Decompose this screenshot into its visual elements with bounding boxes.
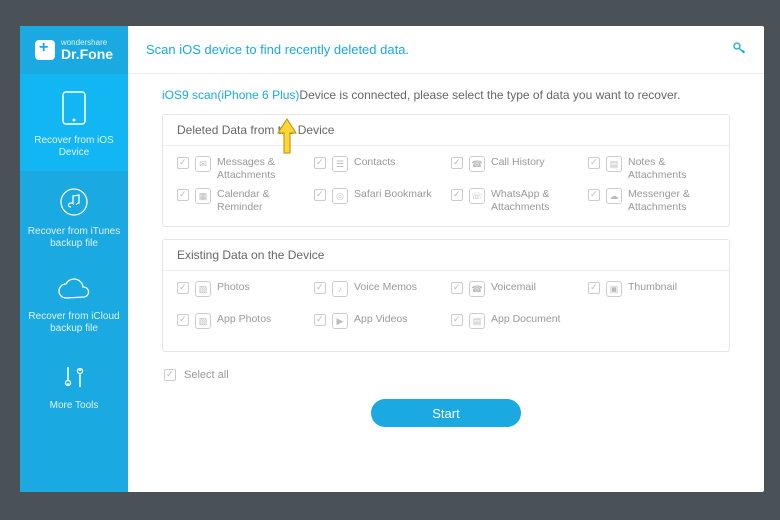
data-type-item[interactable]: ✉Messages & Attachments [177, 156, 304, 184]
sidebar-item-more-tools[interactable]: More Tools [20, 347, 128, 424]
data-type-item[interactable]: ☏WhatsApp & Attachments [451, 188, 578, 216]
existing-panel: Existing Data on the Device ▧Photos ♪Voi… [162, 239, 730, 352]
messenger-icon: ☁ [606, 188, 622, 204]
deleted-grid: ✉Messages & Attachments ☰Contacts ☎Call … [163, 146, 729, 220]
data-type-item[interactable]: ▤App Document [451, 313, 578, 341]
data-type-item[interactable]: ◎Safari Bookmark [314, 188, 441, 216]
scan-tail: Device is connected, please select the t… [299, 88, 680, 102]
brand-name: Dr.Fone [61, 47, 113, 61]
app-photos-icon: ▧ [195, 313, 211, 329]
checkbox-icon[interactable] [588, 189, 600, 201]
checkbox-icon[interactable] [588, 157, 600, 169]
sidebar-item-recover-ios[interactable]: Recover from iOS Device [20, 74, 128, 171]
music-note-icon [59, 187, 89, 217]
checkbox-icon[interactable] [451, 314, 463, 326]
call-history-icon: ☎ [469, 156, 485, 172]
scan-status-line: iOS9 scan(iPhone 6 Plus)Device is connec… [162, 88, 730, 102]
data-type-item[interactable]: ▣Thumbnail [588, 281, 715, 309]
data-type-item[interactable]: ▦Calendar & Reminder [177, 188, 304, 216]
thumbnail-icon: ▣ [606, 281, 622, 297]
header-bar: Scan iOS device to find recently deleted… [128, 26, 764, 74]
voice-memos-icon: ♪ [332, 281, 348, 297]
checkbox-icon[interactable] [177, 189, 189, 201]
whatsapp-icon: ☏ [469, 188, 485, 204]
messages-icon: ✉ [195, 156, 211, 172]
checkbox-icon[interactable] [177, 157, 189, 169]
sidebar-item-label: More Tools [24, 400, 124, 412]
data-type-item[interactable]: ☰Contacts [314, 156, 441, 184]
device-name: iPhone 6 Plus [221, 88, 295, 102]
select-all-row[interactable]: Select all [162, 364, 730, 385]
voicemail-icon: ☎ [469, 281, 485, 297]
checkbox-icon[interactable] [314, 157, 326, 169]
checkbox-icon[interactable] [314, 189, 326, 201]
app-videos-icon: ▶ [332, 313, 348, 329]
plus-icon [35, 40, 55, 60]
key-icon[interactable] [732, 41, 746, 58]
checkbox-icon[interactable] [451, 282, 463, 294]
app-window: wondershare Dr.Fone Recover from iOS Dev… [20, 26, 764, 492]
app-document-icon: ▤ [469, 313, 485, 329]
sidebar-item-label: Recover from iTunes backup file [24, 226, 124, 250]
start-button-label: Start [432, 406, 459, 421]
data-type-item[interactable]: ♪Voice Memos [314, 281, 441, 309]
safari-icon: ◎ [332, 188, 348, 204]
checkbox-icon[interactable] [164, 369, 176, 381]
start-button[interactable]: Start [371, 399, 521, 427]
existing-grid: ▧Photos ♪Voice Memos ☎Voicemail ▣Thumbna… [163, 271, 729, 345]
sidebar-item-recover-itunes[interactable]: Recover from iTunes backup file [20, 171, 128, 262]
calendar-icon: ▦ [195, 188, 211, 204]
data-type-item[interactable]: ☁Messenger & Attachments [588, 188, 715, 216]
page-title: Scan iOS device to find recently deleted… [146, 42, 409, 57]
panel-title: Existing Data on the Device [163, 240, 729, 271]
panel-title: Deleted Data from the Device [163, 115, 729, 146]
sidebar-item-label: Recover from iCloud backup file [24, 311, 124, 335]
phone-icon [61, 90, 87, 126]
main-panel: Scan iOS device to find recently deleted… [128, 26, 764, 492]
checkbox-icon[interactable] [177, 282, 189, 294]
checkbox-icon[interactable] [177, 314, 189, 326]
checkbox-icon[interactable] [588, 282, 600, 294]
scan-prefix: iOS9 scan( [162, 88, 221, 102]
content-area: iOS9 scan(iPhone 6 Plus)Device is connec… [128, 74, 764, 492]
data-type-item[interactable]: ☎Voicemail [451, 281, 578, 309]
sidebar-item-recover-icloud[interactable]: Recover from iCloud backup file [20, 262, 128, 347]
data-type-item[interactable]: ☎Call History [451, 156, 578, 184]
notes-icon: ▤ [606, 156, 622, 172]
sidebar-item-label: Recover from iOS Device [24, 135, 124, 159]
brand-logo: wondershare Dr.Fone [20, 26, 128, 74]
photos-icon: ▧ [195, 281, 211, 297]
checkbox-icon[interactable] [314, 282, 326, 294]
checkbox-icon[interactable] [314, 314, 326, 326]
data-type-item[interactable]: ▧Photos [177, 281, 304, 309]
checkbox-icon[interactable] [451, 189, 463, 201]
checkbox-icon[interactable] [451, 157, 463, 169]
data-type-item[interactable]: ▤Notes & Attachments [588, 156, 715, 184]
data-type-item[interactable]: ▧App Photos [177, 313, 304, 341]
sidebar: wondershare Dr.Fone Recover from iOS Dev… [20, 26, 128, 492]
select-all-label: Select all [184, 369, 229, 381]
data-type-item[interactable]: ▶App Videos [314, 313, 441, 341]
deleted-panel: Deleted Data from the Device ✉Messages &… [162, 114, 730, 227]
contacts-icon: ☰ [332, 156, 348, 172]
tools-icon [60, 363, 88, 391]
cloud-icon [56, 278, 92, 302]
